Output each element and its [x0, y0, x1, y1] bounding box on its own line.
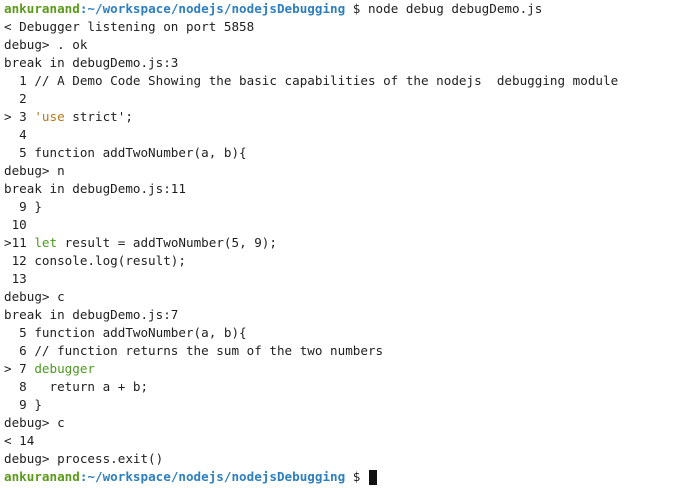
code-line-current: >11 let result = addTwoNumber(5, 9); [4, 234, 689, 252]
code-line: 12 console.log(result); [4, 253, 186, 268]
terminal-cursor [368, 470, 377, 485]
keyword-token: debugger [34, 361, 96, 376]
code-line-current: > 3 'use strict'; [4, 108, 689, 126]
keyword-token: let [34, 235, 58, 250]
shell-prompt-line[interactable]: ankuranand:~/workspace/nodejs/nodejsDebu… [4, 468, 689, 486]
debug-prompt-line: debug> c [4, 415, 65, 430]
code-line: 1 // A Demo Code Showing the basic capab… [4, 73, 619, 88]
code-line: 9 } [4, 397, 42, 412]
code-text: strict'; [64, 109, 133, 124]
prompt-user: ankuranand [4, 1, 80, 16]
output-line: break in debugDemo.js:11 [4, 181, 186, 196]
code-line: 13 [4, 271, 27, 286]
code-line: 10 [4, 217, 27, 232]
prompt-command: node debug debugDemo.js [367, 1, 543, 16]
code-line: 5 function addTwoNumber(a, b){ [4, 145, 247, 160]
code-line: 4 [4, 127, 27, 142]
code-line: 8 return a + b; [4, 379, 149, 394]
code-line: 6 // function returns the sum of the two… [4, 343, 384, 358]
code-text: result = addTwoNumber(5, 9); [57, 235, 277, 250]
debug-prompt-line: debug> process.exit() [4, 451, 164, 466]
output-line: < 14 [4, 433, 35, 448]
code-line: 5 function addTwoNumber(a, b){ [4, 325, 247, 340]
prompt-symbol: $ [345, 1, 368, 16]
terminal-window[interactable]: ankuranand:~/workspace/nodejs/nodejsDebu… [0, 0, 689, 488]
debug-prompt-line: debug> c [4, 289, 65, 304]
shell-prompt-line: ankuranand:~/workspace/nodejs/nodejsDebu… [4, 0, 689, 18]
line-marker: > 3 [4, 109, 35, 124]
code-line: 2 [4, 91, 27, 106]
debug-prompt-line: debug> n [4, 163, 65, 178]
prompt-path: :~/workspace/nodejs/nodejsDebugging [79, 469, 346, 484]
prompt-user: ankuranand [4, 469, 80, 484]
output-line: break in debugDemo.js:3 [4, 55, 179, 70]
prompt-path: :~/workspace/nodejs/nodejsDebugging [79, 1, 346, 16]
code-line-current: > 7 debugger [4, 360, 689, 378]
prompt-symbol: $ [345, 469, 368, 484]
output-line: < Debugger listening on port 5858 [4, 19, 255, 34]
code-line: 9 } [4, 199, 42, 214]
debug-prompt-line: debug> . ok [4, 37, 88, 52]
line-marker: >11 [4, 235, 35, 250]
line-marker: > 7 [4, 361, 35, 376]
string-token: 'use [34, 109, 65, 124]
output-line: break in debugDemo.js:7 [4, 307, 179, 322]
